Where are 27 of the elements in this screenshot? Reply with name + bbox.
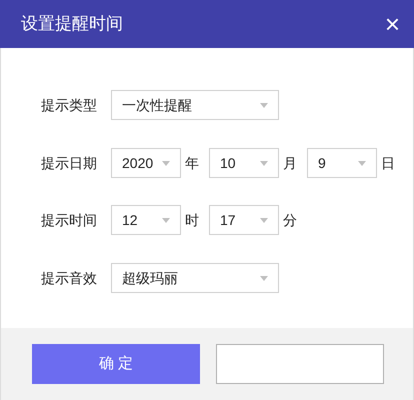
window-title: 设置提醒时间 bbox=[21, 13, 123, 36]
field-label: 提示时间 bbox=[41, 210, 98, 230]
field-label: 提示类型 bbox=[41, 96, 98, 114]
caret-icon bbox=[162, 218, 170, 222]
unit-label: 时 bbox=[184, 210, 200, 230]
dropdown[interactable]: 10 bbox=[209, 148, 279, 178]
confirm-button[interactable]: 确 定 bbox=[32, 344, 200, 384]
unit-label: 分 bbox=[282, 210, 298, 230]
caret-icon bbox=[260, 160, 268, 166]
field-label: 提示日期 bbox=[41, 154, 98, 172]
caret-icon bbox=[260, 276, 268, 280]
close-button[interactable]: × bbox=[384, 11, 400, 37]
dropdown[interactable]: 9 bbox=[307, 148, 377, 178]
caret-icon bbox=[260, 102, 268, 108]
secondary-button[interactable] bbox=[216, 344, 384, 384]
dropdown[interactable]: 一次性提醒 bbox=[111, 90, 279, 120]
caret-icon bbox=[260, 218, 268, 222]
dropdown[interactable]: 2020 bbox=[111, 148, 181, 178]
dropdown[interactable]: 超级玛丽 bbox=[111, 263, 279, 293]
caret-icon bbox=[358, 160, 366, 166]
field-label: 提示音效 bbox=[41, 268, 98, 288]
dropdown[interactable]: 17 bbox=[209, 205, 279, 235]
dropdown[interactable]: 12 bbox=[111, 205, 181, 235]
unit-label: 年 bbox=[184, 154, 200, 172]
unit-label: 月 bbox=[282, 154, 298, 172]
unit-label: 日 bbox=[380, 154, 396, 172]
caret-icon bbox=[162, 160, 170, 166]
